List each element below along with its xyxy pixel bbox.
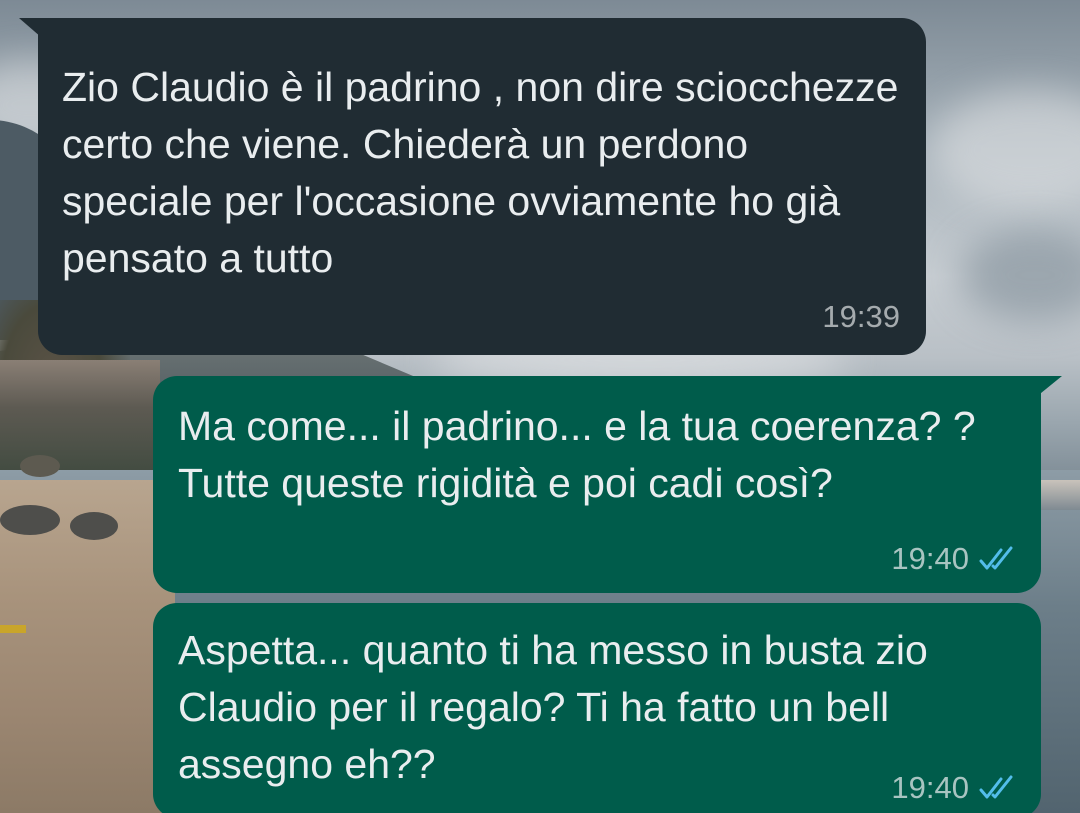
- double-check-read-icon: [979, 775, 1013, 799]
- message-time: 19:39: [822, 299, 900, 334]
- wallpaper-rock: [0, 505, 60, 535]
- message-meta: 19:40: [891, 770, 1019, 806]
- wallpaper-shore: [1040, 480, 1080, 510]
- message-text: Zio Claudio è il padrino , non dire scio…: [62, 64, 899, 281]
- double-check-read-icon: [979, 546, 1013, 570]
- message-meta: 19:40: [891, 541, 1019, 577]
- message-text: Ma come... il padrino... e la tua coeren…: [178, 403, 976, 506]
- message-time: 19:40: [891, 541, 969, 576]
- wallpaper-buoy: [0, 625, 26, 633]
- wallpaper-rock: [70, 512, 118, 540]
- outgoing-message-bubble[interactable]: Ma come... il padrino... e la tua coeren…: [153, 376, 1041, 593]
- message-time: 19:40: [891, 770, 969, 805]
- message-meta: 19:39: [822, 299, 900, 335]
- wallpaper-rock: [20, 455, 60, 477]
- incoming-message-bubble[interactable]: Zio Claudio è il padrino , non dire scio…: [38, 18, 926, 355]
- outgoing-message-bubble[interactable]: Aspetta... quanto ti ha messo in busta z…: [153, 603, 1041, 813]
- message-text: Aspetta... quanto ti ha messo in busta z…: [178, 627, 928, 787]
